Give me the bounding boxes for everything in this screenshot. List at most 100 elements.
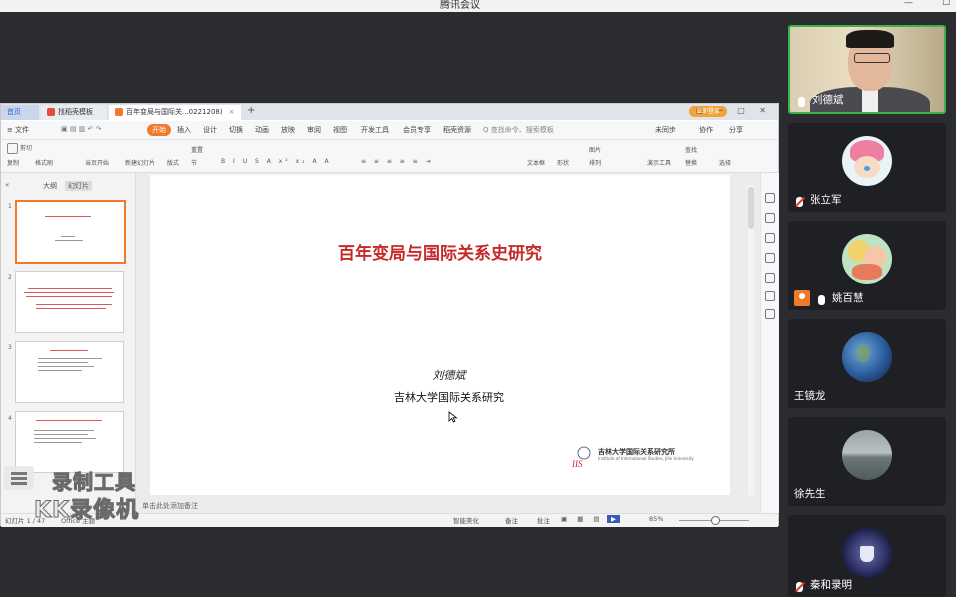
shape-button[interactable]: 形状 — [557, 158, 569, 167]
vertical-scrollbar[interactable] — [748, 185, 754, 495]
recorder-menu-icon — [4, 466, 34, 490]
collaborate-button[interactable]: 协作 — [699, 125, 713, 135]
reset-button[interactable]: 重置 — [191, 145, 203, 154]
menu-file[interactable]: ≡ 文件 — [7, 125, 29, 135]
zoom-slider-handle[interactable] — [711, 516, 720, 525]
menu-design[interactable]: 设计 — [203, 125, 217, 135]
menu-review[interactable]: 审阅 — [307, 125, 321, 135]
thumb-line — [50, 350, 88, 351]
participant-tile-4[interactable]: 王镜龙 — [788, 319, 946, 408]
textbox-button[interactable]: 文本框 — [527, 158, 545, 167]
logo-subtitle: Institute of International Studies, Jili… — [598, 456, 694, 461]
cut-button[interactable]: 剪切 — [7, 143, 32, 154]
format-painter-button[interactable]: 格式刷 — [35, 158, 53, 167]
thumb-line — [34, 442, 82, 443]
right-tool-rail — [760, 173, 779, 513]
participant-tile-1[interactable]: 刘德斌 — [788, 25, 946, 114]
meeting-title: 腾讯会议 — [440, 0, 480, 11]
tab-home[interactable]: 首页 — [1, 105, 39, 120]
space-cup-icon — [842, 528, 892, 578]
menu-docer[interactable]: 稻壳资源 — [443, 125, 471, 135]
menu-transition[interactable]: 切换 — [229, 125, 243, 135]
slide-thumbnail-3[interactable] — [15, 341, 124, 403]
select-button[interactable]: 选择 — [719, 158, 731, 167]
arrange-button[interactable]: 排列 — [589, 158, 601, 167]
participant-tile-5[interactable]: 徐先生 — [788, 417, 946, 506]
maximize-icon[interactable]: ☐ — [942, 0, 950, 8]
participant-tile-6[interactable]: 秦和录明 — [788, 515, 946, 597]
close-tab-icon[interactable]: × — [229, 108, 235, 116]
ppt-icon — [115, 108, 123, 116]
properties-icon[interactable] — [765, 193, 775, 203]
template-icon[interactable] — [765, 273, 775, 283]
menu-insert[interactable]: 插入 — [177, 125, 191, 135]
share-side-icon[interactable] — [765, 309, 775, 319]
slide-institution: 吉林大学国际关系研究 — [394, 391, 504, 404]
tab-slides[interactable]: 幻灯片 — [65, 181, 92, 191]
menu-start[interactable]: 开始 — [147, 124, 171, 136]
quick-access-icons[interactable]: ▣ ▤ ▥ ↶ ↷ — [61, 125, 101, 133]
font-format-group[interactable]: B I U S A x² x₂ A A — [221, 158, 332, 165]
find-button[interactable]: 查找 — [685, 145, 697, 154]
menu-member[interactable]: 会员专享 — [403, 125, 431, 135]
minimize-icon[interactable]: — — [904, 0, 913, 8]
tab-outline[interactable]: 大纲 — [43, 181, 57, 191]
slide-author: 刘德斌 — [432, 369, 466, 382]
participant-name: 姚百慧 — [832, 292, 864, 304]
mic-icon — [818, 295, 825, 305]
smart-beautify-button[interactable]: 智能美化 — [453, 515, 479, 525]
shared-screen-window: 首页 找稻壳模板 百年变局与国际关...0221208) × + 立即登录 ▢ ─… — [0, 103, 779, 527]
slide-thumbnail-1[interactable] — [15, 200, 126, 264]
view-mode-buttons[interactable]: ▣ ▦ ▤ — [561, 515, 604, 523]
history-icon[interactable] — [765, 253, 775, 263]
layout-button[interactable]: 版式 — [167, 158, 179, 167]
participant-tile-2[interactable]: 张立军 — [788, 123, 946, 212]
paragraph-format-group[interactable]: ≡ ≡ ≡ ≡ ≡ ⇥ — [361, 158, 434, 165]
thumb-line — [28, 288, 112, 289]
transition-icon[interactable] — [765, 291, 775, 301]
collapse-panel-icon[interactable]: « — [5, 181, 9, 189]
video-person-glasses — [854, 53, 890, 63]
layers-icon[interactable] — [765, 233, 775, 243]
section-button[interactable]: 节 — [191, 158, 197, 167]
comment-toggle[interactable]: 批注 — [537, 515, 550, 525]
meeting-titlebar: 腾讯会议 — ☐ — [0, 0, 956, 12]
tab-document[interactable]: 百年变局与国际关...0221208) × — [109, 105, 241, 120]
new-tab-icon[interactable]: + — [247, 105, 255, 116]
thumb-line — [38, 358, 102, 359]
slide-thumbnail-4[interactable] — [15, 411, 124, 473]
wps-tab-bar: 首页 找稻壳模板 百年变局与国际关...0221208) × + 立即登录 ▢ ─… — [1, 104, 778, 120]
menu-developer[interactable]: 开发工具 — [361, 125, 389, 135]
new-slide-button[interactable]: 新建幻灯片 — [125, 158, 155, 167]
docer-icon — [47, 108, 55, 116]
window-controls[interactable]: ▢ ─ □ ✕ — [696, 106, 772, 115]
copy-button[interactable]: 复制 — [7, 158, 19, 167]
thumb-line — [34, 430, 94, 431]
thumb-number: 4 — [8, 415, 12, 422]
video-person-hair — [846, 30, 894, 48]
menu-slideshow[interactable]: 放映 — [281, 125, 295, 135]
share-button[interactable]: 分享 — [729, 125, 743, 135]
notes-toggle[interactable]: 备注 — [505, 515, 518, 525]
zoom-level[interactable]: 85% — [649, 515, 663, 523]
menu-view[interactable]: 视图 — [333, 125, 347, 135]
magic-icon[interactable] — [765, 213, 775, 223]
thumb-line — [38, 362, 88, 363]
current-slide[interactable]: 百年变局与国际关系史研究 刘德斌 吉林大学国际关系研究 IIS 吉林大学国际关系… — [150, 175, 730, 495]
replace-button[interactable]: 替换 — [685, 158, 697, 167]
play-slideshow-button[interactable]: ▶ — [607, 515, 620, 523]
menu-bar: ≡ 文件 ▣ ▤ ▥ ↶ ↷ 开始 插入 设计 切换 动画 放映 审阅 视图 开… — [1, 121, 778, 140]
slide-thumbnail-2[interactable] — [15, 271, 124, 333]
thumb-line — [34, 434, 88, 435]
command-search[interactable]: Q 查找命令、搜索模板 — [483, 125, 554, 135]
picture-button[interactable]: 图片 — [589, 145, 601, 154]
thumb-line — [36, 304, 112, 305]
menu-animation[interactable]: 动画 — [255, 125, 269, 135]
participant-tile-3[interactable]: 姚百慧 — [788, 221, 946, 310]
play-from-current-button[interactable]: 当页开始 — [85, 158, 109, 167]
thumb-line — [55, 240, 83, 241]
sync-status[interactable]: 未同步 — [655, 125, 676, 135]
presentation-tools-button[interactable]: 演示工具 — [647, 158, 671, 167]
notes-area[interactable]: 单击此处添加备注 — [136, 498, 736, 513]
tab-template[interactable]: 找稻壳模板 — [41, 105, 107, 120]
